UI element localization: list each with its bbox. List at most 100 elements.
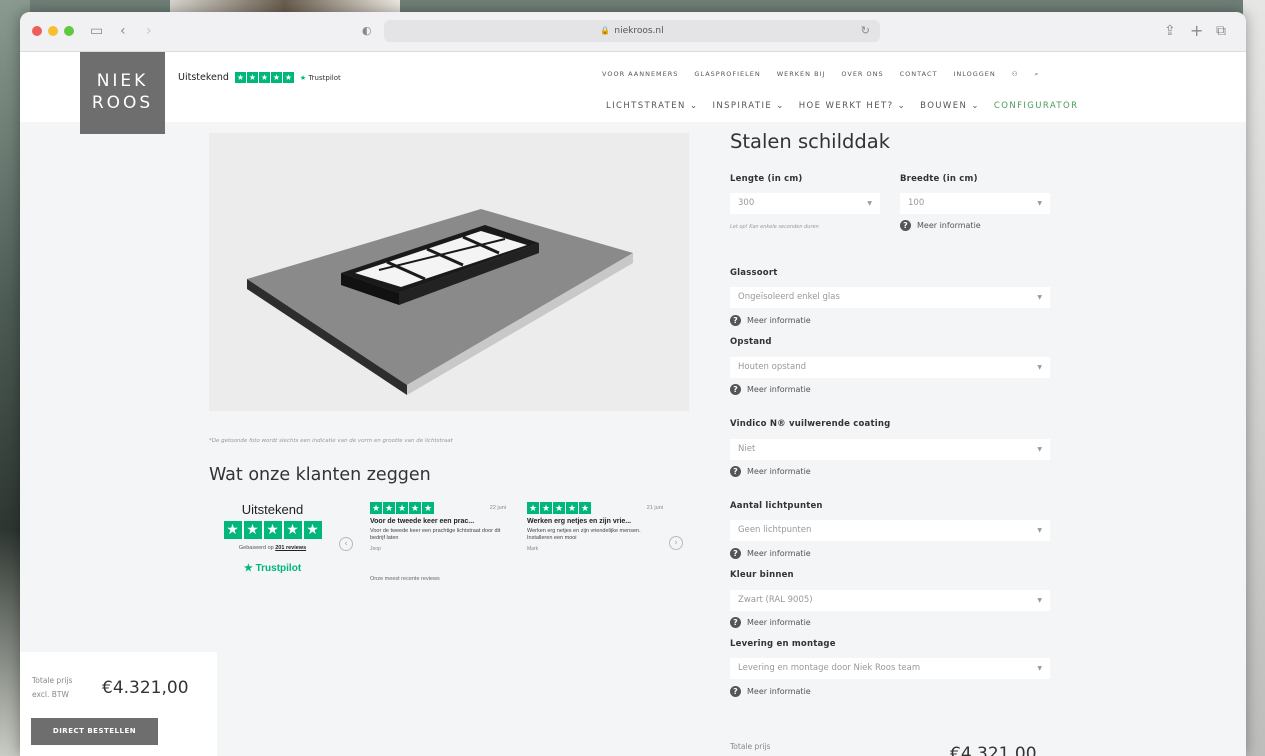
- sidebar-icon[interactable]: ▭: [90, 22, 103, 40]
- main-nav-hoe-werkt-het-label: HOE WERKT HET?: [798, 101, 894, 111]
- delivery-more-info[interactable]: ? Meer informatie: [730, 686, 811, 697]
- viewer-disclaimer: *De getoonde foto wordt slechts een indi…: [209, 438, 453, 444]
- review-date: 22 juni: [489, 505, 506, 511]
- delivery-value: Levering en montage door Niek Roos team: [738, 663, 921, 673]
- chevron-down-icon: ▼: [1037, 597, 1042, 604]
- question-icon: ?: [730, 315, 741, 326]
- reviews-recent-note: Onze meest recente reviews: [370, 576, 440, 582]
- coating-select[interactable]: Niet ▼: [730, 439, 1050, 460]
- question-icon: ?: [900, 220, 911, 231]
- trustpilot-logo[interactable]: ★ Trustpilot: [220, 563, 325, 574]
- total-price-value: €4.321,00: [950, 744, 1037, 756]
- delivery-select[interactable]: Levering en montage door Niek Roos team …: [730, 658, 1050, 679]
- review-date: 21 juni: [646, 505, 663, 511]
- upstand-select[interactable]: Houten opstand ▼: [730, 357, 1050, 378]
- top-nav-voor-aannemers[interactable]: VOOR AANNEMERS: [602, 70, 678, 79]
- trustpilot-header-widget[interactable]: Uitstekend ★ ★ ★ ★ ★ ★ Trustpilot: [178, 72, 341, 83]
- star-icon: ★: [263, 521, 282, 539]
- main-nav-bouwen-label: BOUWEN: [920, 101, 968, 111]
- reload-icon[interactable]: ↻: [861, 20, 870, 42]
- width-select[interactable]: 100 ▼: [900, 193, 1050, 214]
- delivery-label: Levering en montage: [730, 639, 836, 649]
- roof-slab-top: [247, 209, 633, 385]
- sticky-price-box: Totale prijs excl. BTW €4.321,00 DIRECT …: [20, 652, 217, 756]
- trustpilot-star-icon: ★: [299, 73, 307, 82]
- chevron-down-icon: ⌄: [776, 101, 785, 111]
- minimize-window-button[interactable]: [48, 26, 58, 36]
- glass-more-info[interactable]: ? Meer informatie: [730, 315, 811, 326]
- review-card-header: ★ ★ ★ ★ ★ 21 juni: [527, 502, 663, 514]
- upstand-more-info[interactable]: ? Meer informatie: [730, 384, 811, 395]
- lights-select[interactable]: Geen lichtpunten ▼: [730, 520, 1050, 541]
- width-more-info[interactable]: ? Meer informatie: [900, 220, 981, 231]
- chevron-down-icon: ▼: [1037, 294, 1042, 301]
- reviews-prev-button[interactable]: ‹: [339, 537, 353, 551]
- trustpilot-logo-text: Trustpilot: [255, 563, 302, 574]
- search-icon[interactable]: ⌕: [1035, 70, 1040, 79]
- main-nav-bouwen[interactable]: BOUWEN ⌄: [920, 101, 980, 111]
- background-photo-right: [1243, 0, 1265, 756]
- lights-more-info[interactable]: ? Meer informatie: [730, 548, 811, 559]
- trustpilot-summary-stars: ★ ★ ★ ★ ★: [220, 521, 325, 539]
- main-nav-lichtstraten[interactable]: LICHTSTRATEN ⌄: [606, 101, 698, 111]
- star-icon: ★: [396, 502, 408, 514]
- top-nav-werken-bij[interactable]: WERKEN BIJ: [777, 70, 826, 79]
- question-icon: ?: [730, 466, 741, 477]
- review-author: Mark: [527, 546, 539, 552]
- trustpilot-header-stars: ★ ★ ★ ★ ★: [234, 72, 294, 83]
- reviews-next-button[interactable]: ›: [669, 536, 683, 550]
- more-info-label: Meer informatie: [917, 221, 981, 230]
- color-select[interactable]: Zwart (RAL 9005) ▼: [730, 590, 1050, 611]
- top-nav-over-ons[interactable]: OVER ONS: [841, 70, 883, 79]
- user-icon[interactable]: ⚇: [1012, 70, 1019, 79]
- new-tab-icon[interactable]: +: [1190, 22, 1203, 40]
- direct-order-button[interactable]: DIRECT BESTELLEN: [31, 718, 158, 745]
- star-icon: ★: [303, 521, 322, 539]
- main-nav-lichtstraten-label: LICHTSTRATEN: [606, 101, 686, 111]
- reviews-title: Wat onze klanten zeggen: [209, 465, 431, 485]
- star-icon: ★: [258, 72, 270, 83]
- reviews-count-link[interactable]: 201 reviews: [275, 545, 306, 551]
- privacy-shield-icon[interactable]: ◐: [362, 22, 372, 40]
- trustpilot-based-on: Gebaseerd op 201 reviews: [220, 545, 325, 551]
- address-bar[interactable]: 🔒 niekroos.nl ↻: [384, 20, 880, 42]
- tab-overview-icon[interactable]: ⧉: [1216, 22, 1226, 40]
- review-card[interactable]: ★ ★ ★ ★ ★ 22 juni Voor de tweede keer ee…: [370, 502, 506, 552]
- upstand-value: Houten opstand: [738, 362, 806, 372]
- main-nav-inspiratie[interactable]: INSPIRATIE ⌄: [712, 101, 784, 111]
- review-card[interactable]: ★ ★ ★ ★ ★ 21 juni Werken erg netjes en z…: [527, 502, 663, 552]
- browser-window: ▭ ‹ › ◐ 🔒 niekroos.nl ↻ ⇪ + ⧉ NIEK ROOS U…: [20, 12, 1246, 756]
- skylight-render-illustration: [247, 209, 633, 395]
- forward-icon[interactable]: ›: [146, 22, 152, 40]
- trustpilot-header-rating: Uitstekend: [178, 72, 229, 83]
- review-body: Voor de tweede keer een prachtige lichts…: [370, 528, 501, 541]
- star-icon: ★: [540, 502, 552, 514]
- more-info-label: Meer informatie: [747, 385, 811, 394]
- niek-roos-logo[interactable]: NIEK ROOS: [80, 52, 165, 134]
- width-value: 100: [908, 198, 925, 208]
- main-nav-hoe-werkt-het[interactable]: HOE WERKT HET? ⌄: [799, 101, 906, 111]
- star-icon: ★: [383, 502, 395, 514]
- glass-select[interactable]: Ongeïsoleerd enkel glas ▼: [730, 287, 1050, 308]
- top-nav-glasprofielen[interactable]: GLASPROFIELEN: [694, 70, 760, 79]
- coating-more-info[interactable]: ? Meer informatie: [730, 466, 811, 477]
- trustpilot-header-brand-text: Trustpilot: [308, 73, 341, 82]
- zoom-window-button[interactable]: [64, 26, 74, 36]
- star-icon: ★: [243, 521, 262, 539]
- trustpilot-summary[interactable]: Uitstekend ★ ★ ★ ★ ★ Gebaseerd op 201 re…: [220, 502, 325, 574]
- color-more-info[interactable]: ? Meer informatie: [730, 617, 811, 628]
- main-nav-configurator[interactable]: CONFIGURATOR: [994, 101, 1079, 111]
- top-nav-inloggen[interactable]: INLOGGEN: [953, 70, 995, 79]
- chevron-down-icon: ▼: [1037, 527, 1042, 534]
- close-window-button[interactable]: [32, 26, 42, 36]
- product-3d-viewer[interactable]: [209, 133, 689, 411]
- star-icon: ★: [370, 502, 382, 514]
- lock-icon: 🔒: [600, 26, 611, 35]
- length-select[interactable]: 300 ▼: [730, 193, 880, 214]
- share-icon[interactable]: ⇪: [1164, 22, 1176, 40]
- chevron-down-icon: ▼: [1037, 665, 1042, 672]
- star-icon: ★: [270, 72, 282, 83]
- top-nav-contact[interactable]: CONTACT: [900, 70, 938, 79]
- star-icon: ★: [246, 72, 258, 83]
- back-icon[interactable]: ‹: [120, 22, 126, 40]
